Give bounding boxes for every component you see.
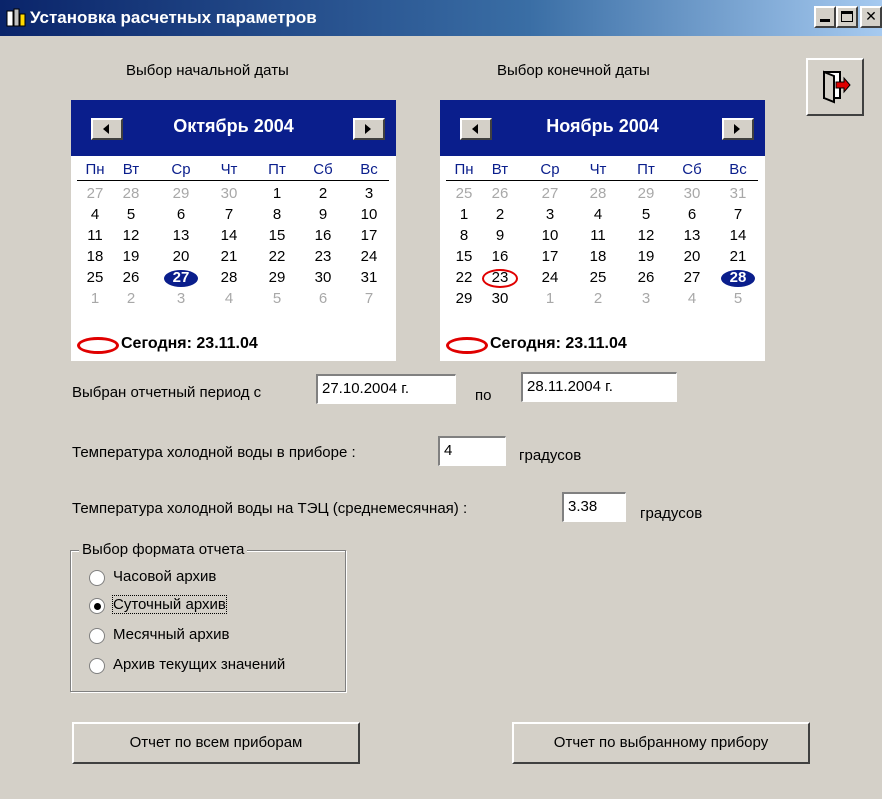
calendar-day[interactable]: 30 — [482, 287, 518, 311]
app-icon — [6, 8, 26, 27]
today-marker-icon — [482, 269, 518, 288]
calendar-day[interactable]: 4 — [211, 287, 247, 311]
temp-device-field[interactable]: 4 — [438, 436, 506, 466]
calendar-day[interactable]: 29 — [446, 287, 482, 311]
prev-month-button[interactable] — [91, 118, 123, 140]
temp-device-unit: градусов — [519, 447, 582, 464]
exit-button[interactable] — [806, 58, 864, 116]
start-date-label: Выбор начальной даты — [126, 62, 289, 79]
exit-door-icon — [823, 70, 851, 104]
maximize-icon — [841, 11, 853, 22]
weekday-header: Ср — [540, 161, 560, 178]
weekday-header: Пт — [637, 161, 655, 178]
temp-tec-field[interactable]: 3.38 — [562, 492, 626, 522]
weekday-header: Вс — [360, 161, 378, 178]
report-format-legend: Выбор формата отчета — [79, 541, 248, 558]
today-label: Сегодня: 23.11.04 — [121, 335, 258, 352]
calendar-header: Ноябрь 2004 — [440, 100, 765, 156]
close-button[interactable]: ✕ — [860, 6, 882, 28]
weekday-header: Пн — [85, 161, 105, 178]
weekday-divider — [446, 180, 758, 181]
title-bar[interactable]: Установка расчетных параметров ✕ — [0, 0, 882, 36]
radio-selected-dot-icon — [94, 603, 101, 610]
report-format-group: Выбор формата отчета Часовой архив Суточ… — [70, 541, 346, 692]
calendar-day[interactable]: 3 — [628, 287, 664, 311]
today-marker-icon — [77, 337, 119, 354]
calendar-day[interactable]: 3 — [163, 287, 199, 311]
window-title: Установка расчетных параметров — [30, 8, 317, 27]
weekday-header: Вт — [122, 161, 140, 178]
calendar-day[interactable]: 1 — [77, 287, 113, 311]
minimize-icon — [820, 19, 830, 22]
close-icon: ✕ — [865, 8, 877, 24]
weekday-header: Ср — [171, 161, 191, 178]
prev-month-button[interactable] — [460, 118, 492, 140]
calendar-day[interactable]: 2 — [580, 287, 616, 311]
calendar-day[interactable]: 5 — [259, 287, 295, 311]
weekday-header: Чт — [220, 161, 238, 178]
arrow-left-icon — [103, 124, 109, 134]
radio-label: Суточный архив — [112, 595, 227, 614]
radio-button[interactable] — [89, 658, 105, 674]
report-selected-device-button[interactable]: Отчет по выбранному прибору — [512, 722, 810, 764]
radio-label: Месячный архив — [113, 626, 230, 643]
radio-label: Часовой архив — [113, 568, 217, 585]
radio-button[interactable] — [89, 570, 105, 586]
calendar-day[interactable]: 6 — [305, 287, 341, 311]
calendar-month-label: Ноябрь 2004 — [546, 116, 659, 136]
temp-tec-unit: градусов — [640, 505, 703, 522]
weekday-header: Пт — [268, 161, 286, 178]
today-marker-icon — [446, 337, 488, 354]
calendar-day[interactable]: 4 — [674, 287, 710, 311]
arrow-right-icon — [365, 124, 371, 134]
period-to-field[interactable]: 28.11.2004 г. — [521, 372, 677, 402]
weekday-divider — [77, 180, 389, 181]
report-all-devices-button[interactable]: Отчет по всем приборам — [72, 722, 360, 764]
radio-label: Архив текущих значений — [113, 656, 286, 673]
weekday-header: Сб — [682, 161, 702, 178]
calendar-day[interactable]: 1 — [532, 287, 568, 311]
weekday-header: Чт — [589, 161, 607, 178]
weekday-header: Вс — [729, 161, 747, 178]
weekday-header: Сб — [313, 161, 333, 178]
calendar-day[interactable]: 5 — [720, 287, 756, 311]
weekday-header: Вт — [491, 161, 509, 178]
period-from-field[interactable]: 27.10.2004 г. — [316, 374, 456, 404]
calendar-day[interactable]: 7 — [351, 287, 387, 311]
settings-window: Установка расчетных параметров ✕ Выбор н… — [0, 0, 882, 799]
temp-device-label: Температура холодной воды в приборе : — [72, 444, 356, 461]
calendar-month-label: Октябрь 2004 — [173, 116, 294, 136]
radio-button[interactable] — [89, 628, 105, 644]
radio-button[interactable] — [89, 598, 105, 614]
arrow-right-icon — [734, 124, 740, 134]
today-label: Сегодня: 23.11.04 — [490, 335, 627, 352]
temp-tec-label: Температура холодной воды на ТЭЦ (средне… — [72, 500, 468, 517]
calendar-header: Октябрь 2004 — [71, 100, 396, 156]
end-calendar: Ноябрь 2004 Пн Вт Ср Чт Пт Сб Вс 25 26 27 28 29 30 3… — [440, 100, 765, 361]
weekday-row: Пн Вт Ср Чт Пт Сб Вс — [71, 158, 396, 182]
weekday-header: Пн — [454, 161, 474, 178]
end-date-label: Выбор конечной даты — [497, 62, 650, 79]
arrow-left-icon — [472, 124, 478, 134]
next-month-button[interactable] — [353, 118, 385, 140]
period-to-label: по — [475, 387, 492, 404]
maximize-button[interactable] — [836, 6, 858, 28]
minimize-button[interactable] — [814, 6, 836, 28]
next-month-button[interactable] — [722, 118, 754, 140]
period-label: Выбран отчетный период с — [72, 384, 262, 401]
start-calendar: Октябрь 2004 Пн Вт Ср Чт Пт Сб Вс 27 28 29 30 1 2 3 4… — [71, 100, 396, 361]
weekday-row: Пн Вт Ср Чт Пт Сб Вс — [440, 158, 765, 182]
calendar-day[interactable]: 2 — [113, 287, 149, 311]
